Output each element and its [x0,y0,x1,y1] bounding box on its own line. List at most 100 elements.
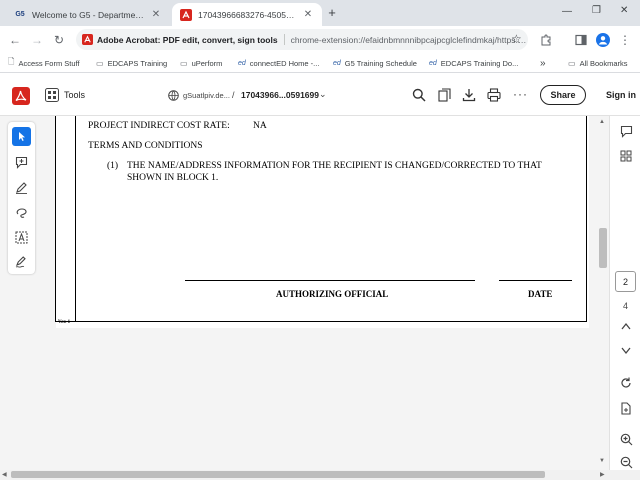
page-export-icon[interactable] [616,398,636,418]
print-icon[interactable] [487,88,501,105]
comments-icon[interactable] [616,121,636,141]
term-text-line2: SHOWN IN BLOCK 1. [127,173,219,183]
page-border-outer [55,116,56,321]
scroll-up-icon[interactable]: ▲ [599,119,605,125]
document-viewport[interactable]: PROJECT INDIRECT COST RATE: NA TERMS AND… [42,116,597,470]
tab-g5-welcome[interactable]: G5 Welcome to G5 - Department o ✕ [6,3,170,26]
horizontal-scroll-thumb[interactable] [11,471,545,478]
page-border-right [586,116,587,321]
indirect-cost-rate-label: PROJECT INDIRECT COST RATE: [88,121,230,131]
site-chip-label: Adobe Acrobat: PDF edit, convert, sign t… [97,34,278,45]
zoom-in-icon[interactable] [616,429,636,449]
page-border-left [75,116,76,321]
page-icon: 🗋 [8,57,15,66]
draw-pen-icon[interactable] [12,178,31,197]
zoom-out-icon[interactable] [616,452,636,472]
fill-sign-icon[interactable] [12,252,31,271]
menu-kebab-icon[interactable]: ⋮ [616,31,634,49]
bookmark-label: EDCAPS Training [107,58,168,68]
right-side-panel: 2 4 [609,116,640,470]
grid-view-icon[interactable] [616,146,636,166]
current-page-input[interactable]: 2 [615,271,636,292]
tools-label[interactable]: Tools [64,90,85,100]
scroll-down-icon[interactable]: ▼ [599,458,605,464]
ed-icon: ed [429,59,437,67]
tools-grid-icon[interactable] [45,88,59,105]
cloud-file-icon [168,90,179,104]
new-tab-button[interactable]: + [325,5,339,21]
pdf-page: PROJECT INDIRECT COST RATE: NA TERMS AND… [55,116,589,328]
more-options-icon[interactable]: ··· [513,87,528,101]
side-panel-icon[interactable] [572,31,590,49]
address-bar[interactable]: Adobe Acrobat: PDF edit, convert, sign t… [76,29,528,50]
chevron-down-icon[interactable]: ⌄ [319,89,327,100]
bookmark-edcaps-training-do[interactable]: ed EDCAPS Training Do... [429,56,518,70]
freeform-draw-icon[interactable] [12,203,31,222]
bookmarks-overflow-button[interactable]: » [540,56,546,70]
bookmark-label: EDCAPS Training Do... [440,58,519,68]
term-number: (1) [107,161,119,171]
bookmark-label: Access Form Stuff [18,58,80,68]
all-bookmarks-button[interactable]: ▭ All Bookmarks [568,56,628,70]
bookmarks-bar: 🗋 Access Form Stuff ▭ EDCAPS Training ▭ uPe… [0,53,640,73]
acrobat-icon [82,34,93,45]
tab-title: Welcome to G5 - Department o [32,9,146,20]
select-cursor-icon[interactable] [12,127,31,146]
reload-icon[interactable]: ↻ [50,31,68,49]
tab-close-icon[interactable]: ✕ [150,9,162,20]
term-text-line1: THE NAME/ADDRESS INFORMATION FOR THE REC… [127,161,542,171]
search-icon[interactable] [412,88,426,105]
bookmark-uperform[interactable]: ▭ uPerform [180,56,222,70]
tab-strip: G5 Welcome to G5 - Department o ✕ 170439… [0,0,640,26]
next-page-icon[interactable] [616,341,636,361]
vertical-scroll-thumb[interactable] [599,228,607,268]
bookmark-g5-training-schedule[interactable]: ed G5 Training Schedule [333,56,417,70]
scroll-left-icon[interactable]: ◀ [2,471,7,478]
tab-pdf-document[interactable]: 17043966683276-450591699.pdf ✕ [172,3,322,26]
text-box-icon[interactable] [12,228,31,247]
bookmark-label: uPerform [191,58,223,68]
rotate-icon[interactable] [616,373,636,393]
extensions-icon[interactable] [537,31,555,49]
sign-in-button[interactable]: Sign in [606,90,636,100]
date-label: DATE [528,289,553,299]
authorizing-official-label: AUTHORIZING OFFICIAL [276,289,389,299]
acrobat-header: Tools gSuatlpiv.de... / 17043966...05916… [0,74,640,116]
total-pages-label: 4 [622,301,628,311]
window-close-icon[interactable]: ✕ [620,5,628,16]
forward-icon[interactable]: → [28,31,46,49]
bookmark-access-form-stuff[interactable]: 🗋 Access Form Stuff [8,56,80,70]
folder-icon: ▭ [180,58,188,68]
ed-icon: ed [333,59,341,67]
previous-page-icon[interactable] [616,316,636,336]
tab-close-icon[interactable]: ✕ [302,9,314,20]
minimize-icon[interactable]: — [562,6,572,17]
file-path-separator: / [232,90,235,100]
download-icon[interactable] [462,88,476,105]
restore-icon[interactable]: ❐ [592,5,601,16]
all-bookmarks-label: All Bookmarks [579,58,628,68]
file-name[interactable]: 17043966...0591699 [241,90,319,100]
scroll-right-icon[interactable]: ▶ [600,471,605,478]
horizontal-scrollbar[interactable]: ◀ ▶ [0,470,640,480]
acrobat-logo-icon[interactable] [12,87,30,108]
vertical-scrollbar[interactable]: ▲ ▼ [597,116,609,470]
authorizing-signature-line [185,280,475,281]
url-text[interactable]: chrome-extension://efaidnbmnnnibpcajpcgl… [291,35,528,45]
date-signature-line [499,280,572,281]
bookmark-edcaps-training[interactable]: ▭ EDCAPS Training [96,56,167,70]
add-comment-icon[interactable] [12,153,31,172]
profile-avatar-icon[interactable] [594,31,612,49]
page-thumbnails-icon[interactable] [438,88,452,105]
bookmark-label: G5 Training Schedule [344,58,417,68]
bookmark-connected-home[interactable]: ed connectED Home -... [238,56,319,70]
page-border-bottom [55,321,587,322]
folder-icon: ▭ [96,58,104,68]
acrobat-favicon-icon [180,8,192,21]
site-chip[interactable]: Adobe Acrobat: PDF edit, convert, sign t… [82,34,285,45]
ed-icon: ed [238,59,246,67]
share-button[interactable]: Share [540,85,586,105]
bookmark-label: connectED Home -... [249,58,320,68]
bookmark-star-icon[interactable]: ☆ [511,32,522,46]
back-icon[interactable]: ← [6,31,24,49]
